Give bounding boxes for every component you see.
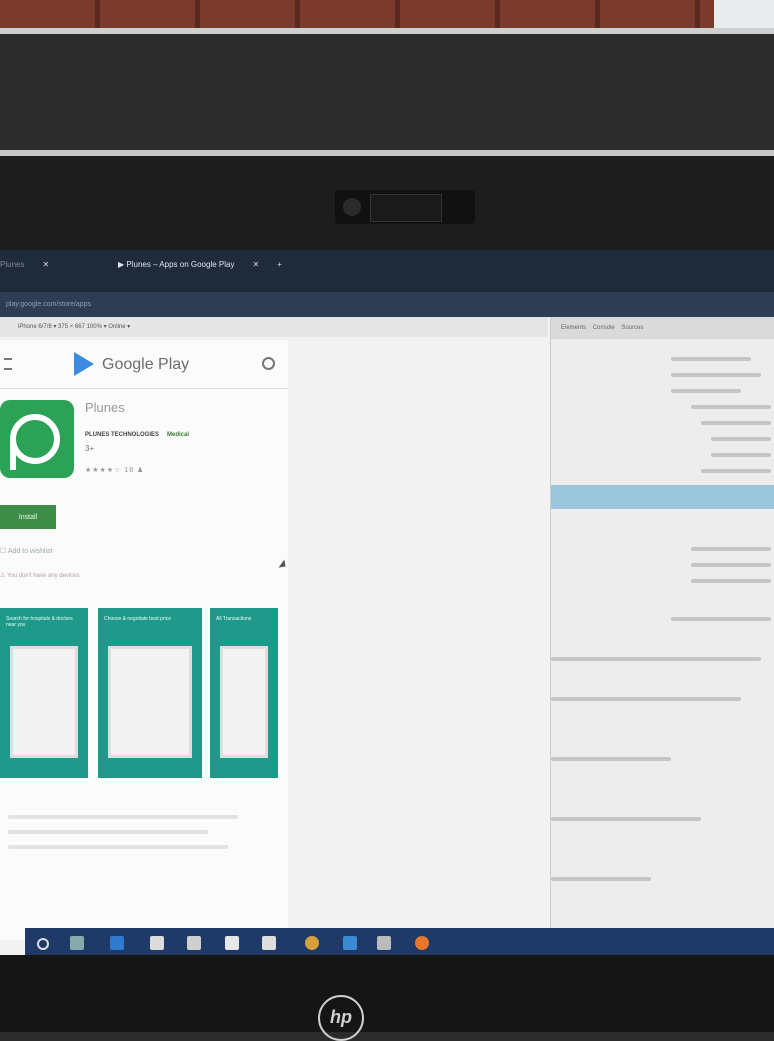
- tab-plunes[interactable]: Plunes ✕: [0, 260, 49, 269]
- laptop-base: [0, 955, 774, 1032]
- code-line: [701, 421, 771, 425]
- app-icon[interactable]: [262, 936, 276, 950]
- close-icon[interactable]: ✕: [42, 260, 49, 269]
- terminal-icon[interactable]: [343, 936, 357, 950]
- code-line: [551, 817, 701, 821]
- tab-console[interactable]: Console: [593, 325, 615, 331]
- code-line: [551, 877, 651, 881]
- play-logo-icon: [74, 352, 94, 376]
- screenshot-2[interactable]: Choose & negotiate best price: [98, 608, 202, 778]
- phone-mockup: [220, 646, 268, 758]
- description-line: [8, 830, 208, 834]
- code-line: [551, 657, 761, 661]
- webcam-housing: [335, 190, 475, 224]
- code-line: [671, 389, 741, 393]
- description-line: [8, 845, 228, 849]
- mail-icon[interactable]: [225, 936, 239, 950]
- tab-google-play[interactable]: ▶ Plunes – Apps on Google Play ✕ +: [118, 260, 282, 269]
- edge-icon[interactable]: [110, 936, 124, 950]
- hp-logo: hp: [318, 995, 364, 1041]
- code-line: [691, 547, 771, 551]
- code-line: [691, 563, 771, 567]
- new-tab-icon[interactable]: +: [277, 260, 282, 269]
- screenshot-caption: All Transactions: [216, 616, 252, 622]
- app-logo-icon: [0, 400, 74, 478]
- selected-node[interactable]: [551, 485, 774, 509]
- firefox-icon[interactable]: [415, 936, 429, 950]
- age-rating-badge: 3+: [85, 444, 95, 453]
- store-icon[interactable]: [187, 936, 201, 950]
- code-line: [691, 405, 771, 409]
- menu-icon[interactable]: [4, 358, 12, 370]
- address-bar[interactable]: play.google.com/store/apps: [0, 292, 774, 317]
- windows-taskbar: [25, 928, 774, 958]
- phone-mockup: [10, 646, 78, 758]
- code-line: [671, 373, 761, 377]
- code-line: [701, 469, 771, 473]
- code-line: [671, 357, 751, 361]
- devtools-panel: Elements Console Sources: [550, 317, 774, 955]
- tab-elements[interactable]: Elements: [561, 325, 586, 331]
- code-line: [711, 437, 771, 441]
- code-line: [551, 757, 671, 761]
- phone-mockup: [108, 646, 192, 758]
- code-line: [671, 617, 771, 621]
- screenshot-caption: Choose & negotiate best price: [104, 616, 171, 622]
- description-line: [8, 815, 238, 819]
- webcam-icon: [343, 198, 361, 216]
- close-icon[interactable]: ✕: [252, 260, 259, 269]
- privacy-shutter: [370, 194, 442, 222]
- install-button[interactable]: Install: [0, 505, 56, 529]
- laptop-screen: Plunes ✕ ▶ Plunes – Apps on Google Play ✕ +…: [0, 250, 774, 955]
- start-icon[interactable]: [37, 938, 49, 950]
- files-icon[interactable]: [377, 936, 391, 950]
- code-line: [711, 453, 771, 457]
- explorer-icon[interactable]: [150, 936, 164, 950]
- screenshot-caption: Search for hospitals & doctors near you: [6, 616, 73, 628]
- device-notice: ⚠ You don't have any devices: [0, 573, 80, 579]
- chrome-icon[interactable]: [305, 936, 319, 950]
- category-link[interactable]: Medical: [167, 432, 189, 438]
- store-header: Google Play: [0, 340, 288, 389]
- screenshot-3[interactable]: All Transactions: [210, 608, 278, 778]
- code-line: [551, 697, 741, 701]
- developer-link[interactable]: PLUNES TECHNOLOGIES Medical: [85, 432, 189, 438]
- task-view-icon[interactable]: [70, 936, 84, 950]
- app-title: Plunes: [85, 400, 125, 415]
- laptop-lid: [0, 28, 774, 164]
- devtools-tabs: Elements Console Sources: [551, 317, 774, 339]
- rating-stars: ★★★★☆ 18 ♟: [85, 467, 145, 474]
- code-line: [691, 579, 771, 583]
- screenshot-1[interactable]: Search for hospitals & doctors near you: [0, 608, 88, 778]
- store-name: Google Play: [102, 356, 190, 373]
- wishlist-link[interactable]: ☐ Add to wishlist: [0, 547, 53, 555]
- tab-sources[interactable]: Sources: [621, 325, 643, 331]
- device-toolbar[interactable]: iPhone 6/7/8 ▾ 375 × 667 100% ▾ Online ▾: [0, 317, 548, 337]
- play-icon: ▶: [118, 260, 125, 269]
- search-icon[interactable]: [262, 357, 275, 370]
- browser-tab-bar: Plunes ✕ ▶ Plunes – Apps on Google Play ✕ +: [0, 250, 774, 292]
- mobile-viewport: Google Play Plunes PLUNES TECHNOLOGIES Me…: [0, 340, 288, 940]
